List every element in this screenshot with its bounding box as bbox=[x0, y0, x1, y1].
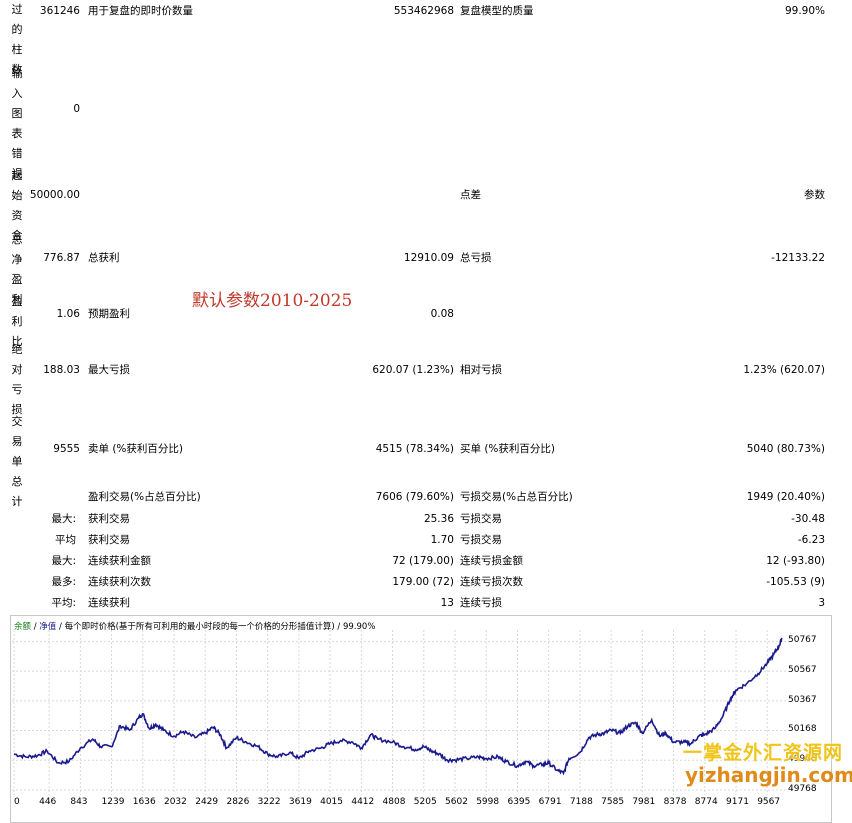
x-tick-label: 0 bbox=[14, 797, 20, 807]
row-label-left: 连续获利 bbox=[88, 597, 130, 609]
y-tick-label: 50567 bbox=[788, 665, 817, 676]
x-tick-label: 9171 bbox=[726, 797, 749, 807]
gross-loss-value: -12133.22 bbox=[771, 252, 825, 264]
watermark-site-url: yizhangjin.com bbox=[685, 763, 852, 787]
x-tick-label: 4808 bbox=[382, 797, 406, 807]
total-trades-value: 9555 bbox=[53, 443, 80, 455]
spread-label: 点差 bbox=[460, 189, 481, 201]
quality-value: 99.90% bbox=[784, 5, 825, 17]
x-tick-label: 8774 bbox=[694, 797, 718, 807]
x-tick-label: 1636 bbox=[132, 797, 156, 807]
x-tick-label: 6791 bbox=[538, 797, 562, 807]
row-label-left: 获利交易 bbox=[88, 534, 130, 546]
label-absolute-drawdown: 绝对亏损 bbox=[11, 343, 23, 416]
row-value-left: 179.00 (72) bbox=[392, 576, 454, 588]
quality-label: 复盘模型的质量 bbox=[460, 5, 534, 17]
max-drawdown-label: 最大亏损 bbox=[88, 364, 130, 376]
row-value-right: -30.48 bbox=[791, 513, 825, 525]
row-prefix: 最大: bbox=[51, 513, 76, 525]
relative-drawdown-value: 1.23% (620.07) bbox=[743, 364, 825, 376]
x-tick-label: 7188 bbox=[569, 797, 593, 807]
row-label-right: 亏损交易 bbox=[460, 513, 502, 525]
row-label-right: 连续亏损 bbox=[460, 597, 502, 609]
x-tick-label: 446 bbox=[39, 797, 57, 807]
row-label-left: 获利交易 bbox=[88, 513, 130, 525]
legend-balance: 余额 bbox=[14, 622, 32, 632]
row-label-right: 连续亏损金额 bbox=[460, 555, 523, 567]
row-value-left: 1.70 bbox=[430, 534, 454, 546]
row-value-left: 13 bbox=[440, 597, 454, 609]
ticks-label: 用于复盘的即时价数量 bbox=[88, 5, 193, 17]
legend-description: / 每个即时价格(基于所有可利用的最小时段的每一个价格的分形插值计算) / 99… bbox=[56, 622, 376, 632]
row-value-left: 25.36 bbox=[423, 513, 454, 525]
x-tick-label: 7585 bbox=[601, 797, 625, 807]
absolute-drawdown-value: 188.03 bbox=[43, 364, 80, 376]
long-positions-label: 买单 (%获利百分比) bbox=[460, 443, 556, 455]
relative-drawdown-label: 相对亏损 bbox=[460, 364, 502, 376]
row-label-left: 连续获利次数 bbox=[88, 576, 151, 588]
max-drawdown-value: 620.07 (1.23%) bbox=[372, 364, 454, 376]
loss-trades-label: 亏损交易(%占总百分比) bbox=[460, 491, 573, 503]
row-prefix: 最大: bbox=[51, 555, 76, 567]
x-tick-label: 843 bbox=[70, 797, 88, 807]
profit-trades-label: 盈利交易(%占总百分比) bbox=[88, 491, 201, 503]
row-label-right: 连续亏损次数 bbox=[460, 576, 523, 588]
row-prefix: 平均: bbox=[51, 597, 76, 609]
balance-chart-panel bbox=[10, 615, 832, 823]
x-tick-label: 5998 bbox=[476, 797, 500, 807]
x-tick-label: 5602 bbox=[445, 797, 468, 807]
x-tick-label: 1239 bbox=[101, 797, 125, 807]
y-tick-label: 50767 bbox=[788, 635, 817, 646]
x-tick-label: 6395 bbox=[507, 797, 531, 807]
row-value-right: -6.23 bbox=[797, 534, 825, 546]
y-tick-label: 50168 bbox=[788, 724, 817, 735]
legend-equity: 净值 bbox=[39, 622, 57, 632]
loss-trades-value: 1949 (20.40%) bbox=[746, 491, 825, 503]
profit-trades-value: 7606 (79.60%) bbox=[375, 491, 454, 503]
gross-profit-label: 总获利 bbox=[88, 252, 120, 264]
row-value-right: -105.53 (9) bbox=[766, 576, 825, 588]
x-tick-label: 4015 bbox=[320, 797, 343, 807]
row-value-left: 72 (179.00) bbox=[392, 555, 454, 567]
watermark-site-name: 一掌金外汇资源网 bbox=[683, 742, 844, 764]
x-tick-label: 8378 bbox=[663, 797, 687, 807]
expected-payoff-label: 预期盈利 bbox=[88, 308, 130, 320]
x-tick-label: 7981 bbox=[632, 797, 656, 807]
x-tick-label: 9567 bbox=[757, 797, 781, 807]
annotation-default-params: 默认参数2010-2025 bbox=[192, 291, 353, 311]
short-positions-label: 卖单 (%获利百分比) bbox=[88, 443, 184, 455]
gross-loss-label: 总亏损 bbox=[460, 252, 492, 264]
x-tick-label: 2429 bbox=[195, 797, 219, 807]
expected-payoff-value: 0.08 bbox=[430, 308, 454, 320]
x-tick-label: 4412 bbox=[351, 797, 375, 807]
bars-value: 361246 bbox=[39, 5, 80, 17]
deposit-value: 50000.00 bbox=[29, 189, 80, 201]
row-value-right: 12 (-93.80) bbox=[766, 555, 825, 567]
chart-legend: 余额 / 净值 / 每个即时价格(基于所有可利用的最小时段的每一个价格的分形插值… bbox=[14, 620, 375, 632]
net-profit-value: 776.87 bbox=[43, 252, 80, 264]
row-prefix: 平均 bbox=[55, 534, 76, 546]
ticks-value: 553462968 bbox=[393, 5, 454, 17]
spread-value: 参数 bbox=[804, 189, 825, 201]
row-prefix: 最多: bbox=[51, 576, 76, 588]
short-positions-value: 4515 (78.34%) bbox=[375, 443, 454, 455]
row-value-right: 3 bbox=[818, 597, 825, 609]
row-label-right: 亏损交易 bbox=[460, 534, 502, 546]
profit-factor-value: 1.06 bbox=[56, 308, 80, 320]
x-tick-label: 2826 bbox=[226, 797, 250, 807]
long-positions-value: 5040 (80.73%) bbox=[746, 443, 825, 455]
x-tick-label: 3222 bbox=[257, 797, 281, 807]
label-total-trades: 交易单总计 bbox=[11, 415, 23, 508]
row-label-left: 连续获利金额 bbox=[88, 555, 151, 567]
gross-profit-value: 12910.09 bbox=[403, 252, 454, 264]
x-tick-label: 2032 bbox=[163, 797, 187, 807]
x-tick-label: 5205 bbox=[413, 797, 437, 807]
y-tick-label: 50367 bbox=[788, 694, 817, 705]
errors-value: 0 bbox=[73, 103, 80, 115]
x-tick-label: 3619 bbox=[288, 797, 312, 807]
